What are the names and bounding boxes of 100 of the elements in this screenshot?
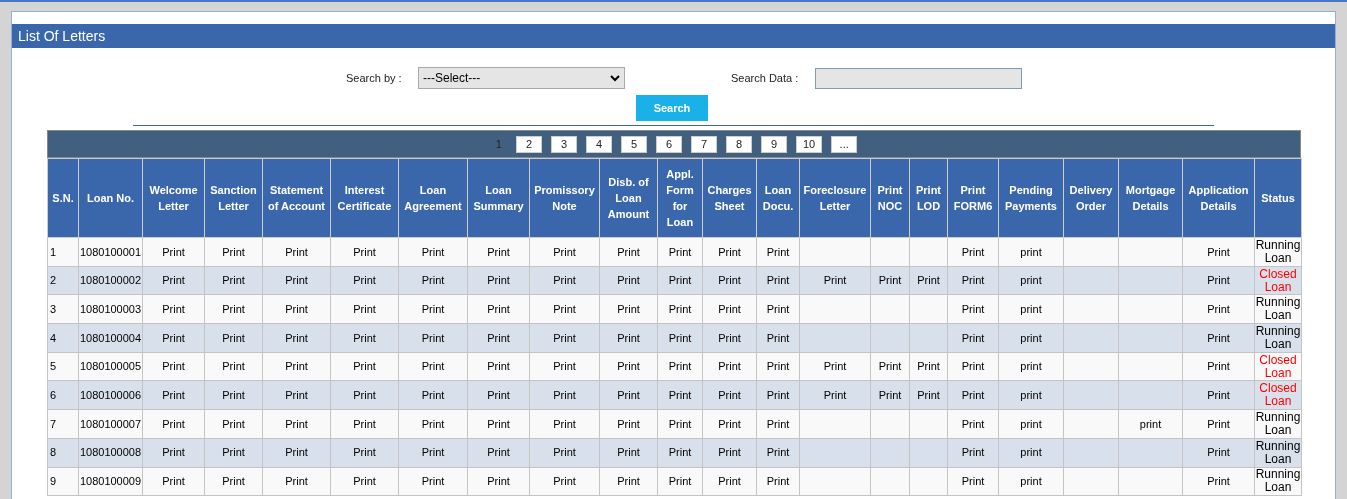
print-link[interactable]: Print xyxy=(617,389,640,402)
print-link[interactable]: Print xyxy=(823,360,847,373)
print-link[interactable]: Print xyxy=(353,389,376,402)
print-link[interactable]: Print xyxy=(285,475,308,488)
print-link[interactable]: Print xyxy=(553,274,576,287)
print-link[interactable]: Print xyxy=(285,360,308,373)
print-link[interactable]: Print xyxy=(1207,446,1230,459)
print-link[interactable]: Print xyxy=(353,360,376,373)
print-link[interactable]: print xyxy=(1020,245,1042,258)
print-link[interactable]: Print xyxy=(487,475,510,488)
print-link[interactable]: Print xyxy=(617,360,640,373)
pager-link[interactable]: 2 xyxy=(515,135,542,153)
print-link[interactable]: Print xyxy=(718,274,741,287)
print-link[interactable]: Print xyxy=(222,302,245,315)
print-link[interactable]: Print xyxy=(421,302,445,315)
print-link[interactable]: Print xyxy=(617,475,640,488)
print-link[interactable]: Print xyxy=(718,446,741,459)
print-link[interactable]: Print xyxy=(961,302,985,315)
print-link[interactable]: Print xyxy=(487,417,510,430)
print-link[interactable]: Print xyxy=(285,417,308,430)
print-link[interactable]: Print xyxy=(162,331,185,344)
print-link[interactable]: Print xyxy=(617,274,640,287)
print-link[interactable]: Print xyxy=(961,389,985,402)
print-link[interactable]: Print xyxy=(353,302,376,315)
print-link[interactable]: Print xyxy=(285,245,308,258)
print-link[interactable]: Print xyxy=(162,389,185,402)
print-link[interactable]: Print xyxy=(1207,417,1230,430)
print-link[interactable]: Print xyxy=(1207,389,1230,402)
print-link[interactable]: Print xyxy=(421,274,445,287)
print-link[interactable]: Print xyxy=(222,360,245,373)
print-link[interactable]: Print xyxy=(1207,475,1230,488)
print-link[interactable]: Print xyxy=(353,446,376,459)
print-link[interactable]: Print xyxy=(421,245,445,258)
print-link[interactable]: Print xyxy=(617,417,640,430)
print-link[interactable]: print xyxy=(1020,475,1042,488)
print-link[interactable]: Print xyxy=(617,245,640,258)
print-link[interactable]: Print xyxy=(222,245,245,258)
search-data-field[interactable] xyxy=(815,67,1022,89)
print-link[interactable]: Print xyxy=(553,417,576,430)
print-link[interactable]: Print xyxy=(222,331,245,344)
print-link[interactable]: Print xyxy=(353,245,376,258)
print-link[interactable]: Print xyxy=(222,274,245,287)
print-link[interactable]: Print xyxy=(285,302,308,315)
print-link[interactable]: Print xyxy=(487,360,510,373)
pager-link[interactable]: 4 xyxy=(585,135,612,153)
print-link[interactable]: print xyxy=(1020,417,1042,430)
print-link[interactable]: Print xyxy=(553,245,576,258)
print-link[interactable]: Print xyxy=(162,274,185,287)
print-link[interactable]: Print xyxy=(487,245,510,258)
print-link[interactable]: Print xyxy=(487,389,510,402)
pager-link[interactable]: 7 xyxy=(690,135,717,153)
print-link[interactable]: Print xyxy=(553,475,576,488)
pager-link[interactable]: ... xyxy=(831,135,858,153)
print-link[interactable]: Print xyxy=(823,274,847,287)
print-link[interactable]: Print xyxy=(353,331,376,344)
print-link[interactable]: Print xyxy=(553,360,576,373)
print-link[interactable]: Print xyxy=(718,417,741,430)
print-link[interactable]: Print xyxy=(961,331,985,344)
print-link[interactable]: print xyxy=(1020,302,1042,315)
pager-link[interactable]: 8 xyxy=(725,135,752,153)
print-link[interactable]: Print xyxy=(718,302,741,315)
print-link[interactable]: Print xyxy=(617,446,640,459)
print-link[interactable]: Print xyxy=(421,360,445,373)
print-link[interactable]: print xyxy=(1020,389,1042,402)
print-link[interactable]: Print xyxy=(222,475,245,488)
pager-link[interactable]: 5 xyxy=(620,135,647,153)
print-link[interactable]: Print xyxy=(617,331,640,344)
print-link[interactable]: Print xyxy=(487,446,510,459)
print-link[interactable]: print xyxy=(1139,417,1162,430)
pager-link[interactable]: 9 xyxy=(760,135,787,153)
print-link[interactable]: Print xyxy=(162,302,185,315)
print-link[interactable]: Print xyxy=(553,446,576,459)
print-link[interactable]: Print xyxy=(487,331,510,344)
print-link[interactable]: Print xyxy=(353,475,376,488)
print-link[interactable]: Print xyxy=(285,389,308,402)
print-link[interactable]: Print xyxy=(718,331,741,344)
print-link[interactable]: Print xyxy=(718,245,741,258)
print-link[interactable]: Print xyxy=(553,331,576,344)
print-link[interactable]: Print xyxy=(353,274,376,287)
print-link[interactable]: print xyxy=(1020,274,1042,287)
print-link[interactable]: Print xyxy=(487,302,510,315)
print-link[interactable]: Print xyxy=(162,446,185,459)
print-link[interactable]: Print xyxy=(162,417,185,430)
print-link[interactable]: Print xyxy=(823,389,847,402)
print-link[interactable]: Print xyxy=(553,389,576,402)
print-link[interactable]: Print xyxy=(961,417,985,430)
print-link[interactable]: Print xyxy=(1207,331,1230,344)
pager-link[interactable]: 3 xyxy=(550,135,577,153)
print-link[interactable]: Print xyxy=(285,274,308,287)
print-link[interactable]: Print xyxy=(1207,360,1230,373)
print-link[interactable]: Print xyxy=(1207,245,1230,258)
print-link[interactable]: print xyxy=(1020,331,1042,344)
print-link[interactable]: Print xyxy=(617,302,640,315)
search-by-dropdown[interactable]: ---Select--- xyxy=(418,67,625,89)
print-link[interactable]: Print xyxy=(718,389,741,402)
print-link[interactable]: Print xyxy=(162,360,185,373)
pager-link[interactable]: 6 xyxy=(655,135,682,153)
print-link[interactable]: Print xyxy=(421,475,445,488)
print-link[interactable]: Print xyxy=(162,475,185,488)
print-link[interactable]: Print xyxy=(421,446,445,459)
